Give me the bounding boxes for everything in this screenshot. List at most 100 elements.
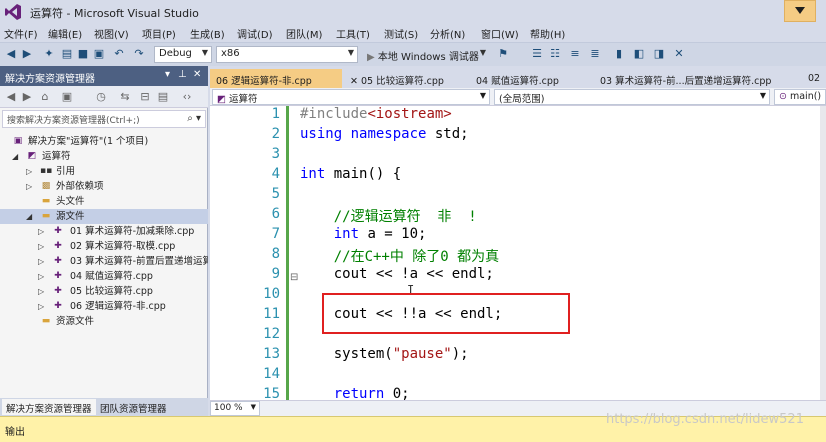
outdent-icon[interactable]: ☷ bbox=[548, 47, 562, 61]
menu-window[interactable]: 窗口(W) bbox=[481, 26, 519, 41]
collapse-all-icon[interactable]: ⊟ bbox=[138, 90, 152, 104]
menu-view[interactable]: 视图(V) bbox=[94, 26, 129, 41]
tab-06-logic-not[interactable]: 06 逻辑运算符-非.cpp bbox=[210, 69, 342, 88]
next-bookmark-icon[interactable]: ◨ bbox=[652, 47, 666, 61]
tree-item-resource-files[interactable]: ▬ 资源文件 bbox=[0, 314, 208, 329]
menu-team[interactable]: 团队(M) bbox=[286, 26, 322, 41]
platform-select[interactable]: x86 ▼ bbox=[216, 46, 358, 63]
tree-item-header-files[interactable]: ▬ 头文件 bbox=[0, 194, 208, 209]
tab-solution-explorer[interactable]: 解决方案资源管理器 bbox=[2, 399, 96, 415]
expand-arrow-icon[interactable]: ▷ bbox=[38, 239, 48, 254]
save-all-icon[interactable]: ▣ bbox=[92, 47, 106, 61]
cpp-file-icon: ✚ bbox=[54, 256, 62, 266]
scope-select[interactable]: (全局范围) ▼ bbox=[494, 89, 770, 105]
close-icon[interactable]: ✕ bbox=[193, 69, 201, 80]
menu-project[interactable]: 项目(P) bbox=[142, 26, 176, 41]
menu-file[interactable]: 文件(F) bbox=[4, 26, 38, 41]
menu-analyze[interactable]: 分析(N) bbox=[430, 26, 465, 41]
zoom-value: 100 % bbox=[214, 403, 243, 413]
notification-filter-button[interactable] bbox=[784, 0, 816, 22]
tree-item-file-06[interactable]: ▷ ✚ 06 逻辑运算符-非.cpp bbox=[0, 299, 208, 314]
start-debugger-button[interactable]: ▶ 本地 Windows 调试器 ▼ bbox=[362, 46, 490, 63]
menu-tools[interactable]: 工具(T) bbox=[336, 26, 370, 41]
project-icon: ◩ bbox=[27, 151, 37, 161]
member-value: main() bbox=[789, 91, 822, 102]
browse-icon[interactable]: ⚑ bbox=[496, 47, 510, 61]
tree-item-label: 05 比较运算符.cpp bbox=[70, 286, 153, 297]
expand-arrow-icon[interactable]: ◢ bbox=[12, 149, 22, 164]
line-number: 2 bbox=[271, 126, 280, 142]
tree-item-file-05[interactable]: ▷ ✚ 05 比较运算符.cpp bbox=[0, 284, 208, 299]
code-line: cout << !a << endl; bbox=[300, 266, 494, 282]
solution-config-select[interactable]: Debug ▼ bbox=[154, 46, 212, 63]
tree-item-solution[interactable]: ▣ 解决方案"运算符"(1 个项目) bbox=[0, 134, 208, 149]
expand-arrow-icon[interactable]: ◢ bbox=[26, 209, 36, 224]
menu-test[interactable]: 测试(S) bbox=[384, 26, 418, 41]
prev-bookmark-icon[interactable]: ◧ bbox=[632, 47, 646, 61]
code-line: //逻辑运算符 非 ! bbox=[333, 209, 477, 225]
tab-05-compare[interactable]: ✕ 05 比较运算符.cpp bbox=[344, 69, 462, 88]
expand-arrow-icon[interactable]: ▷ bbox=[38, 299, 48, 314]
solution-search-input[interactable]: 搜索解决方案资源管理器(Ctrl+;) ⌕ ▾ bbox=[2, 110, 206, 128]
tree-item-file-01[interactable]: ▷ ✚ 01 算术运算符-加减乘除.cpp bbox=[0, 224, 208, 239]
undo-icon[interactable]: ↶ bbox=[112, 47, 126, 61]
code-line: int main() { bbox=[300, 166, 402, 182]
tab-04-assign[interactable]: 04 赋值运算符.cpp bbox=[470, 69, 590, 88]
chevron-down-icon: ▼ bbox=[347, 48, 354, 57]
member-select[interactable]: ⊙ main() bbox=[774, 89, 826, 105]
expand-arrow-icon[interactable]: ▷ bbox=[38, 254, 48, 269]
new-project-icon[interactable]: ✦ bbox=[42, 47, 56, 61]
home-icon[interactable]: ⌂ bbox=[38, 90, 52, 104]
forward-icon[interactable]: ▶ bbox=[20, 90, 34, 104]
menu-help[interactable]: 帮助(H) bbox=[530, 26, 565, 41]
line-number: 1 bbox=[271, 106, 280, 122]
chevron-down-icon: ▼ bbox=[479, 91, 486, 100]
uncomment-icon[interactable]: ≣ bbox=[588, 47, 602, 61]
pin-icon[interactable]: ⊥ bbox=[178, 69, 187, 80]
menu-edit[interactable]: 编辑(E) bbox=[48, 26, 82, 41]
play-icon: ▶ bbox=[367, 52, 378, 63]
external-deps-icon: ▩ bbox=[41, 181, 51, 191]
tree-item-source-files[interactable]: ◢ ▬ 源文件 bbox=[0, 209, 208, 224]
tree-item-file-02[interactable]: ▷ ✚ 02 算术运算符-取模.cpp bbox=[0, 239, 208, 254]
expand-arrow-icon[interactable]: ▷ bbox=[26, 164, 36, 179]
vertical-scrollbar[interactable] bbox=[820, 106, 826, 400]
bookmark-icon[interactable]: ▮ bbox=[612, 47, 626, 61]
tree-item-file-04[interactable]: ▷ ✚ 04 赋值运算符.cpp bbox=[0, 269, 208, 284]
forward-icon[interactable]: ▶ bbox=[20, 47, 34, 61]
tab-team-explorer[interactable]: 团队资源管理器 bbox=[96, 399, 171, 415]
line-number: 12 bbox=[263, 326, 280, 342]
expand-arrow-icon[interactable]: ▷ bbox=[38, 224, 48, 239]
sync-icon[interactable]: ⇆ bbox=[118, 90, 132, 104]
comment-icon[interactable]: ≡ bbox=[568, 47, 582, 61]
tab-02[interactable]: 02 bbox=[802, 69, 826, 88]
tree-item-external-deps[interactable]: ▷ ▩ 外部依赖项 bbox=[0, 179, 208, 194]
expand-arrow-icon[interactable]: ▷ bbox=[26, 179, 36, 194]
save-icon[interactable]: ■ bbox=[76, 47, 90, 61]
redo-icon[interactable]: ↷ bbox=[132, 47, 146, 61]
panel-dropdown-icon[interactable]: ▾ bbox=[165, 69, 170, 80]
tree-item-file-03[interactable]: ▷ ✚ 03 算术运算符-前置后置递增运算 bbox=[0, 254, 208, 269]
pending-changes-icon[interactable]: ◷ bbox=[94, 90, 108, 104]
tab-03-arith[interactable]: 03 算术运算符-前...后置递增运算符.cpp bbox=[594, 69, 794, 88]
back-icon[interactable]: ◀ bbox=[4, 47, 18, 61]
open-file-icon[interactable]: ▤ bbox=[60, 47, 74, 61]
tree-item-references[interactable]: ▷ ▪▪ 引用 bbox=[0, 164, 208, 179]
annotation-highlight-box bbox=[322, 293, 570, 334]
collapse-icon[interactable]: ⊟ bbox=[290, 272, 298, 283]
show-all-files-icon[interactable]: ▤ bbox=[156, 90, 170, 104]
menu-build[interactable]: 生成(B) bbox=[190, 26, 225, 41]
back-icon[interactable]: ◀ bbox=[4, 90, 18, 104]
code-editor[interactable]: 1 2 3 4 5 6 7 8 9 10 11 12 13 14 15 ⊟ #i… bbox=[210, 106, 826, 402]
zoom-select[interactable]: 100 % ▼ bbox=[210, 401, 260, 416]
chevron-down-icon: ▼ bbox=[479, 48, 486, 57]
code-icon[interactable]: ‹› bbox=[180, 90, 194, 104]
menu-debug[interactable]: 调试(D) bbox=[237, 26, 273, 41]
tree-item-project[interactable]: ◢ ◩ 运算符 bbox=[0, 149, 208, 164]
expand-arrow-icon[interactable]: ▷ bbox=[38, 284, 48, 299]
switch-views-icon[interactable]: ▣ bbox=[60, 90, 74, 104]
expand-arrow-icon[interactable]: ▷ bbox=[38, 269, 48, 284]
indent-icon[interactable]: ☰ bbox=[530, 47, 544, 61]
project-select[interactable]: ◩ 运算符 ▼ bbox=[212, 89, 490, 105]
clear-bookmarks-icon[interactable]: ✕ bbox=[672, 47, 686, 61]
